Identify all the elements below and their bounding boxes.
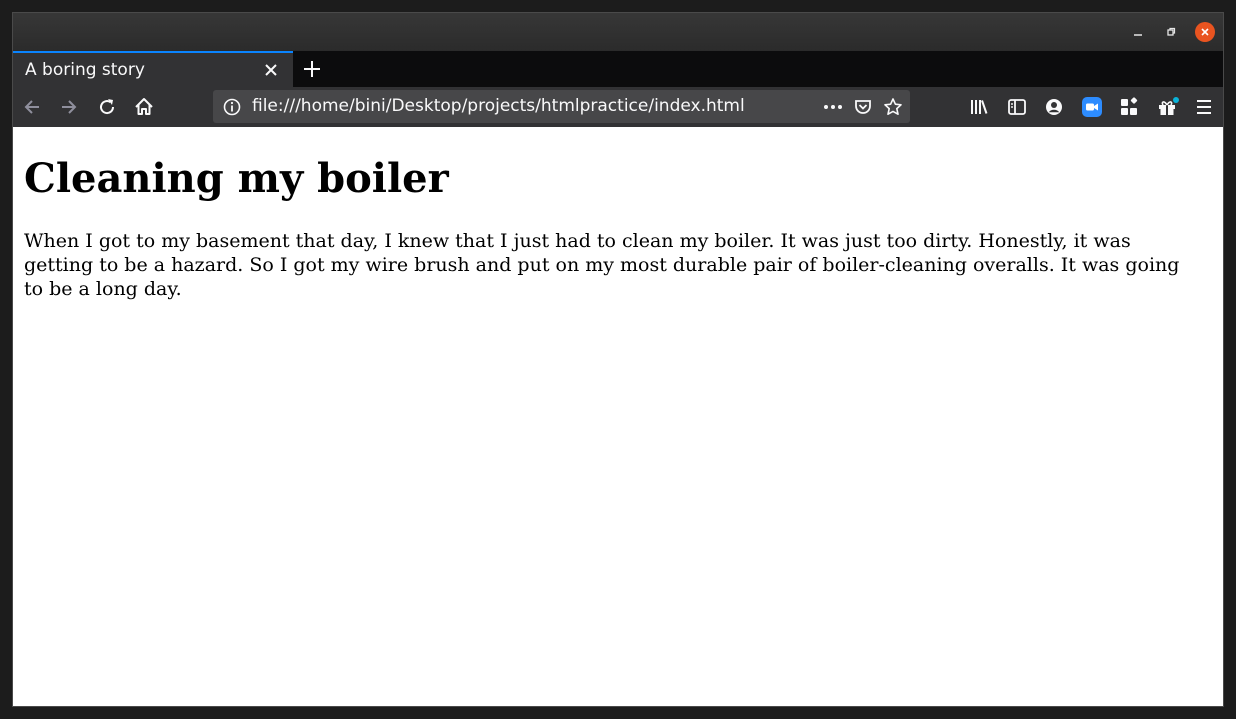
extensions-icon <box>1121 97 1138 115</box>
reload-icon <box>100 99 115 115</box>
menu-icon <box>1197 100 1211 114</box>
page-content: Cleaning my boiler When I got to my base… <box>13 127 1223 706</box>
whats-new-button[interactable] <box>1157 97 1179 117</box>
sidebar-button[interactable] <box>1007 97 1027 117</box>
minimize-button[interactable] <box>1128 22 1148 42</box>
page-actions-button[interactable] <box>822 97 844 117</box>
library-button[interactable] <box>969 97 989 117</box>
window-close-button[interactable] <box>1195 22 1215 42</box>
title-bar <box>13 13 1223 51</box>
gift-icon <box>1159 97 1179 115</box>
menu-button[interactable] <box>1194 97 1214 117</box>
tab-close-button[interactable] <box>263 62 279 78</box>
star-icon <box>884 98 902 115</box>
bookmark-star-button[interactable] <box>883 97 903 117</box>
restore-button[interactable] <box>1161 22 1181 42</box>
minimize-icon <box>1134 34 1142 36</box>
forward-icon <box>62 100 77 114</box>
new-tab-button[interactable] <box>302 59 322 79</box>
close-icon <box>265 64 277 76</box>
sidebar-icon <box>1008 99 1026 115</box>
browser-window: A boring story file:///home/bini/Desktop… <box>12 12 1224 707</box>
library-icon <box>971 100 988 114</box>
tab-strip: A boring story <box>13 51 1223 87</box>
page-heading: Cleaning my boiler <box>24 155 449 202</box>
zoom-extension-button[interactable] <box>1082 97 1102 117</box>
info-icon <box>223 98 241 116</box>
back-button[interactable] <box>22 97 42 117</box>
more-icon <box>824 105 842 109</box>
tab-title: A boring story <box>25 60 145 80</box>
account-icon <box>1046 99 1062 115</box>
reload-button[interactable] <box>97 97 117 117</box>
tab-active[interactable]: A boring story <box>13 51 293 87</box>
account-button[interactable] <box>1044 97 1064 117</box>
nav-toolbar: file:///home/bini/Desktop/projects/htmlp… <box>13 87 1223 127</box>
pocket-button[interactable] <box>853 97 873 117</box>
url-bar[interactable]: file:///home/bini/Desktop/projects/htmlp… <box>213 90 910 123</box>
home-icon <box>135 98 153 115</box>
home-button[interactable] <box>134 97 154 117</box>
restore-icon <box>1167 27 1176 36</box>
url-text[interactable]: file:///home/bini/Desktop/projects/htmlp… <box>252 96 745 116</box>
extensions-button[interactable] <box>1119 97 1139 117</box>
zoom-icon <box>1082 97 1102 117</box>
plus-icon <box>304 61 320 77</box>
page-paragraph: When I got to my basement that day, I kn… <box>24 230 1180 300</box>
close-icon <box>1201 28 1209 36</box>
pocket-icon <box>855 100 871 114</box>
back-icon <box>24 100 39 114</box>
forward-button[interactable] <box>59 97 79 117</box>
site-info-button[interactable] <box>222 97 242 117</box>
